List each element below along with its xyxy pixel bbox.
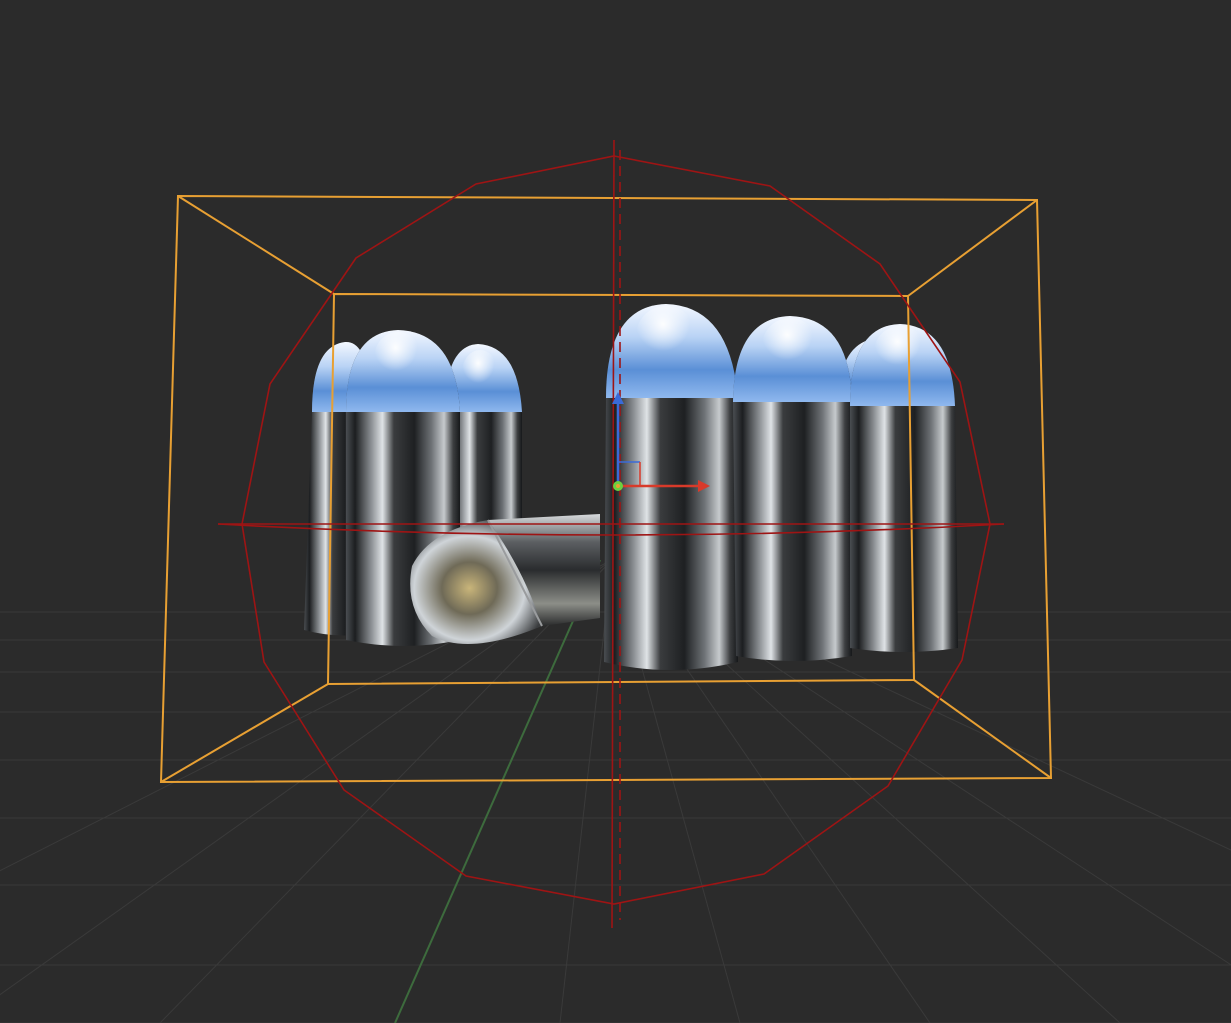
bullet-front-2[interactable]: [733, 316, 852, 661]
viewport-canvas[interactable]: [0, 0, 1231, 1023]
3d-viewport[interactable]: [0, 0, 1231, 1023]
bullet-front-3[interactable]: [850, 324, 958, 652]
